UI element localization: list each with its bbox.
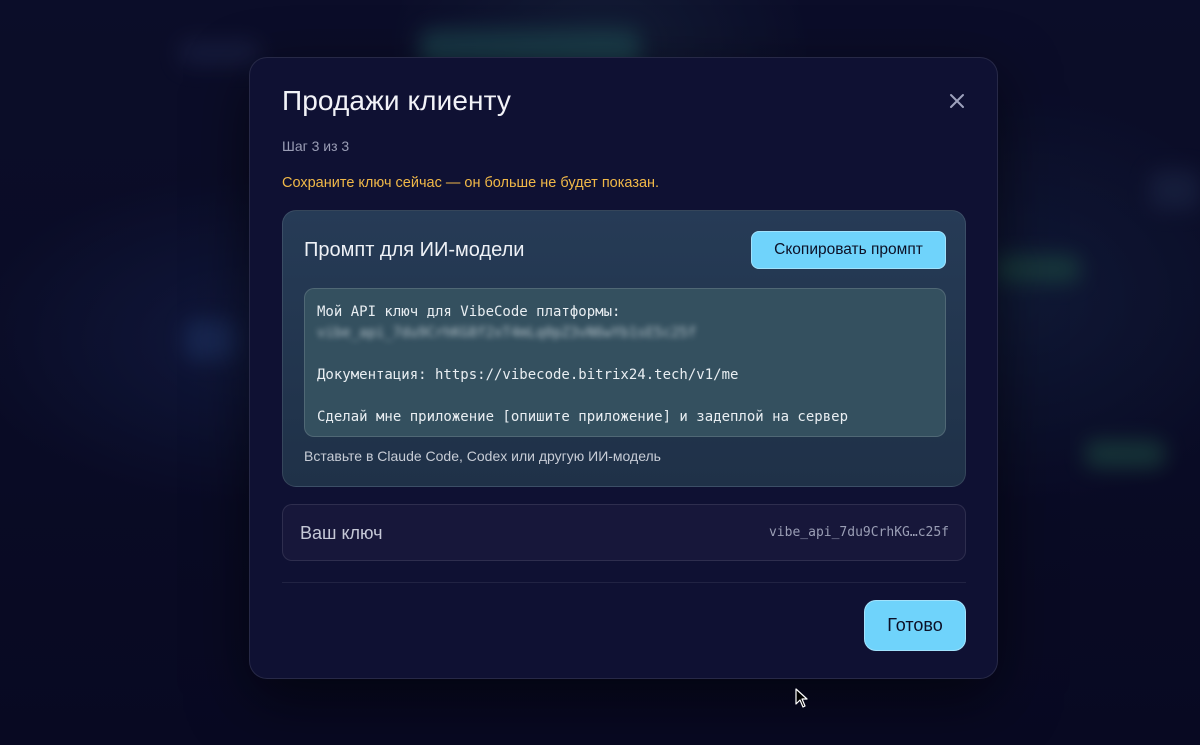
prompt-card-title: Промпт для ИИ-модели [304,239,525,261]
copy-prompt-button[interactable]: Скопировать промпт [751,231,946,269]
prompt-hint: Вставьте в Claude Code, Codex или другую… [304,448,661,464]
save-key-warning: Сохраните ключ сейчас — он больше не буд… [282,175,660,191]
api-key-label: Ваш ключ [300,523,383,543]
prompt-api-key-line: vibe_api_7du9CrhKG8f2xT4mLq0pZ3vN6wYb1sE… [317,325,697,341]
api-key-value[interactable]: vibe_api_7du9CrhKG…c25f [769,525,949,540]
prompt-line: Мой API ключ для VibeCode платформы: [317,304,621,320]
prompt-line: Сделай мне приложение [опишите приложени… [317,409,849,425]
step-indicator: Шаг 3 из 3 [282,138,350,154]
modal-title: Продажи клиенту [282,85,511,116]
close-icon[interactable] [946,90,968,112]
close-icon-glyph [950,94,964,108]
mouse-cursor-icon [795,688,808,708]
prompt-card: Промпт для ИИ-модели Скопировать промпт … [282,210,966,487]
footer-divider [282,582,966,583]
prompt-blank-line [317,344,933,365]
prompt-blank-line [317,386,933,407]
done-button[interactable]: Готово [864,600,966,651]
prompt-line: Документация: https://vibecode.bitrix24.… [317,367,739,383]
sales-client-modal: Продажи клиенту Шаг 3 из 3 Сохраните клю… [249,57,998,679]
prompt-text-box[interactable]: Мой API ключ для VibeCode платформы: vib… [304,288,946,437]
api-key-row: Ваш ключ vibe_api_7du9CrhKG…c25f [282,504,966,561]
